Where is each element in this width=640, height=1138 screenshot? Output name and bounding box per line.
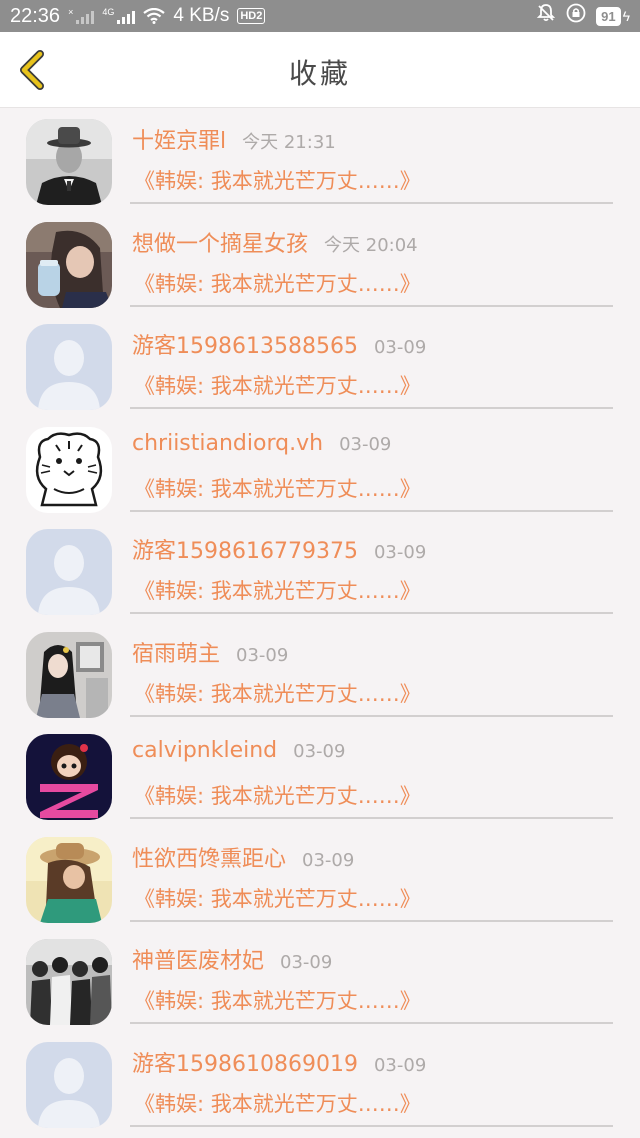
list-item[interactable]: 宿雨萌主 03-09 《韩娱: 我本就光芒万丈……》 (0, 621, 640, 724)
divider (130, 714, 613, 717)
favorite-time: 03-09 (302, 849, 355, 871)
list-item[interactable]: calvipnkleind 03-09 《韩娱: 我本就光芒万丈……》 (0, 723, 640, 826)
avatar[interactable] (26, 734, 112, 820)
battery-icon: 91 ϟ (596, 6, 630, 26)
user-nickname: 游客1598613588565 (132, 334, 358, 359)
divider (130, 407, 613, 409)
favorite-time: 03-09 (373, 337, 427, 358)
article-title[interactable]: 《韩娱: 我本就光芒万丈……》 (134, 370, 421, 400)
signal-sim1-icon: × (68, 8, 95, 24)
article-title[interactable]: 《韩娱: 我本就光芒万丈……》 (134, 1088, 421, 1118)
status-bar: 22:36 × 4G 4 KB/s HD2 91 ϟ (0, 0, 640, 32)
hd-voice-icon: HD2 (237, 8, 266, 24)
favorite-time: 03-09 (236, 644, 289, 666)
default-avatar-icon[interactable] (26, 529, 112, 615)
article-title[interactable]: 《韩娱: 我本就光芒万丈……》 (134, 985, 421, 1015)
list-item[interactable]: 游客1598613588565 03-09 《韩娱: 我本就光芒万丈……》 (0, 313, 640, 416)
list-item[interactable]: 十姪京罪l 今天 21:31 《韩娱: 我本就光芒万丈……》 (0, 108, 640, 211)
article-title[interactable]: 《韩娱: 我本就光芒万丈……》 (134, 780, 421, 810)
article-title[interactable]: 《韩娱: 我本就光芒万丈……》 (134, 575, 421, 605)
list-item[interactable]: 游客1598616779375 03-09 《韩娱: 我本就光芒万丈……》 (0, 518, 640, 621)
user-nickname: 宿雨萌主 (132, 641, 221, 667)
user-nickname: 性欲西馋熏距心 (132, 846, 287, 872)
favorite-time: 03-09 (339, 433, 392, 455)
favorite-time: 03-09 (293, 741, 346, 762)
battery-level: 91 (596, 6, 621, 26)
page-title: 收藏 (288, 57, 351, 90)
status-time: 22:36 (10, 4, 61, 27)
divider (130, 1124, 613, 1127)
status-right: 91 ϟ (536, 3, 630, 29)
favorite-time: 03-09 (280, 952, 333, 973)
divider (130, 1022, 613, 1024)
avatar[interactable] (26, 426, 112, 513)
list-item[interactable]: 神普医废材妃 03-09 《韩娱: 我本就光芒万丈……》 (0, 928, 640, 1031)
avatar[interactable] (26, 119, 112, 205)
avatar[interactable] (26, 939, 112, 1025)
user-nickname: calvipnkleind (132, 738, 278, 763)
default-avatar-icon[interactable] (26, 324, 112, 410)
favorite-time: 今天 20:04 (324, 234, 418, 256)
article-title[interactable]: 《韩娱: 我本就光芒万丈……》 (134, 165, 421, 195)
divider (130, 509, 613, 512)
divider (130, 304, 613, 307)
signal-sim2-icon: 4G (102, 8, 136, 24)
user-nickname: 十姪京罪l (132, 129, 227, 154)
bell-muted-icon (536, 3, 556, 29)
article-title[interactable]: 《韩娱: 我本就光芒万丈……》 (134, 473, 421, 503)
list-item[interactable]: 想做一个摘星女孩 今天 20:04 《韩娱: 我本就光芒万丈……》 (0, 211, 640, 314)
favorite-time: 今天 21:31 (242, 132, 336, 153)
charging-icon: ϟ (622, 8, 630, 24)
user-nickname: 想做一个摘星女孩 (132, 231, 309, 257)
list-item[interactable]: 性欲西馋熏距心 03-09 《韩娱: 我本就光芒万丈……》 (0, 826, 640, 929)
default-avatar-icon[interactable] (26, 1041, 112, 1128)
list-item[interactable]: 游客1598610869019 03-09 《韩娱: 我本就光芒万丈……》 (0, 1031, 640, 1134)
article-title[interactable]: 《韩娱: 我本就光芒万丈……》 (134, 883, 421, 913)
divider (130, 612, 613, 614)
user-nickname: chriistiandiorq.vh (132, 430, 324, 456)
divider (130, 919, 613, 922)
user-nickname: 神普医废材妃 (132, 949, 265, 974)
article-title[interactable]: 《韩娱: 我本就光芒万丈……》 (134, 268, 421, 298)
header-bar: 收藏 (0, 32, 640, 108)
avatar[interactable] (26, 836, 112, 923)
divider (130, 202, 613, 204)
list-item[interactable]: chriistiandiorq.vh 03-09 《韩娱: 我本就光芒万丈……》 (0, 416, 640, 519)
lock-icon (566, 3, 586, 29)
article-title[interactable]: 《韩娱: 我本就光芒万丈……》 (134, 678, 421, 708)
favorites-list: 十姪京罪l 今天 21:31 《韩娱: 我本就光芒万丈……》 想做一个摘星女孩 … (0, 108, 640, 1133)
status-left: 22:36 × 4G 4 KB/s HD2 (10, 4, 266, 28)
favorite-time: 03-09 (373, 542, 427, 563)
avatar[interactable] (26, 631, 112, 718)
avatar[interactable] (26, 221, 112, 308)
divider (130, 817, 613, 819)
wifi-icon (143, 8, 166, 24)
favorite-time: 03-09 (373, 1054, 427, 1076)
network-speed: 4 KB/s (173, 5, 230, 26)
user-nickname: 游客1598616779375 (132, 539, 358, 564)
user-nickname: 游客1598610869019 (132, 1051, 358, 1077)
